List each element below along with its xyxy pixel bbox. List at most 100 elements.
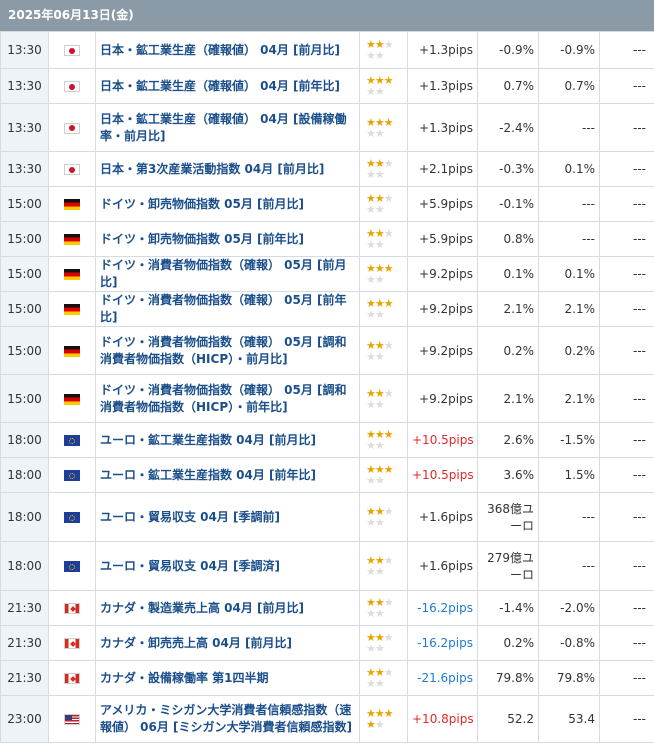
- event-row[interactable]: 23:00 アメリカ・ミシガン大学消費者信頼感指数（速報値） 06月 [ミシガン大…: [0, 695, 654, 743]
- canada-flag-icon: [64, 673, 80, 684]
- event-name-link[interactable]: 日本・鉱工業生産（確報値） 04月 [設備稼働率・前月比]: [95, 103, 360, 152]
- event-name-link[interactable]: ユーロ・鉱工業生産指数 04月 [前年比]: [95, 457, 360, 493]
- actual-value: ---: [599, 457, 654, 493]
- previous-value: 2.1%: [477, 291, 539, 327]
- star-icon: ★: [374, 273, 385, 286]
- event-time: 15:00: [0, 374, 49, 423]
- event-name-link[interactable]: ユーロ・鉱工業生産指数 04月 [前月比]: [95, 422, 360, 458]
- canada-flag-icon: [64, 603, 80, 614]
- country-flag-cell: [48, 695, 96, 743]
- country-flag-cell: [48, 186, 96, 222]
- event-row[interactable]: 15:00 ドイツ・消費者物価指数（確報） 05月 [前月比] ★★★ ★★ +9.2p…: [0, 256, 654, 292]
- country-flag-cell: [48, 541, 96, 591]
- star-icon: ★: [383, 38, 394, 51]
- germany-flag-icon: [64, 234, 80, 245]
- previous-value: 279億ユーロ: [477, 541, 539, 591]
- pips-move: -21.6pips: [407, 660, 478, 696]
- star-icon: ★: [366, 126, 376, 140]
- country-flag-cell: [48, 457, 96, 493]
- actual-value: ---: [599, 31, 654, 69]
- japan-flag-icon: [64, 81, 80, 92]
- japan-flag-icon: [64, 164, 80, 175]
- event-row[interactable]: 21:30 カナダ・卸売売上高 04月 [前月比] ★★★ ★★ -16.2pips 0.…: [0, 625, 654, 661]
- event-row[interactable]: 15:00 ドイツ・消費者物価指数（確報） 05月 [調和消費者物価指数（HICP…: [0, 374, 654, 423]
- country-flag-cell: [48, 625, 96, 661]
- event-row[interactable]: 21:30 カナダ・設備稼働率 第1四半期 ★★★ ★★ -21.6pips 79.8% 7…: [0, 660, 654, 696]
- event-name-link[interactable]: ユーロ・貿易収支 04月 [季調済]: [95, 541, 360, 591]
- eu-flag-icon: [64, 470, 80, 481]
- event-row[interactable]: 13:30 日本・鉱工業生産（確報値） 04月 [前月比] ★★★ ★★ +1.3pip…: [0, 31, 654, 69]
- event-row[interactable]: 15:00 ドイツ・卸売物価指数 05月 [前月比] ★★★ ★★ +5.9pips -0…: [0, 186, 654, 222]
- event-row[interactable]: 13:30 日本・第3次産業活動指数 04月 [前月比] ★★★ ★★ +2.1pips…: [0, 151, 654, 187]
- star-icon: ★: [366, 308, 376, 321]
- star-icon: ★: [383, 428, 394, 441]
- event-name-link[interactable]: カナダ・設備稼働率 第1四半期: [95, 660, 360, 696]
- country-flag-cell: [48, 151, 96, 187]
- event-name-link[interactable]: 日本・第3次産業活動指数 04月 [前月比]: [95, 151, 360, 187]
- previous-value: -0.9%: [477, 31, 539, 69]
- pips-move: +1.3pips: [407, 68, 478, 104]
- event-row[interactable]: 18:00 ユーロ・貿易収支 04月 [季調済] ★★★ ★★ +1.6pips 279億…: [0, 541, 654, 591]
- event-time: 18:00: [0, 541, 49, 591]
- event-row[interactable]: 15:00 ドイツ・消費者物価指数（確報） 05月 [前年比] ★★★ ★★ +9.2p…: [0, 291, 654, 327]
- date-header: 2025年06月13日(金): [0, 0, 654, 31]
- event-time: 13:30: [0, 103, 49, 152]
- actual-value: ---: [599, 68, 654, 104]
- date-label: 2025年06月13日(金): [8, 8, 134, 22]
- event-name-link[interactable]: ドイツ・消費者物価指数（確報） 05月 [前月比]: [95, 256, 360, 292]
- event-row[interactable]: 13:30 日本・鉱工業生産（確報値） 04月 [設備稼働率・前月比] ★★★ ★★ +…: [0, 103, 654, 152]
- star-icon: ★: [374, 168, 385, 181]
- event-row[interactable]: 18:00 ユーロ・貿易収支 04月 [季調前] ★★★ ★★ +1.6pips 368億…: [0, 492, 654, 542]
- event-row[interactable]: 13:30 日本・鉱工業生産（確報値） 04月 [前年比] ★★★ ★★ +1.3pip…: [0, 68, 654, 104]
- event-name-link[interactable]: アメリカ・ミシガン大学消費者信頼感指数（速報値） 06月 [ミシガン大学消費者信…: [95, 695, 360, 743]
- event-name-link[interactable]: ドイツ・消費者物価指数（確報） 05月 [前年比]: [95, 291, 360, 327]
- event-name-link[interactable]: 日本・鉱工業生産（確報値） 04月 [前月比]: [95, 31, 360, 69]
- forecast-value: ---: [538, 221, 600, 257]
- event-name-link[interactable]: ドイツ・消費者物価指数（確報） 05月 [調和消費者物価指数（HICP）・前年比…: [95, 374, 360, 423]
- star-icon: ★: [374, 308, 385, 321]
- economic-calendar-table: 13:30 日本・鉱工業生産（確報値） 04月 [前月比] ★★★ ★★ +1.3pip…: [0, 31, 654, 743]
- event-name-link[interactable]: カナダ・卸売売上高 04月 [前月比]: [95, 625, 360, 661]
- country-flag-cell: [48, 221, 96, 257]
- star-icon: ★: [374, 565, 385, 578]
- pips-move: +9.2pips: [407, 291, 478, 327]
- event-name-link[interactable]: ユーロ・貿易収支 04月 [季調前]: [95, 492, 360, 542]
- event-row[interactable]: 18:00 ユーロ・鉱工業生産指数 04月 [前年比] ★★★ ★★ +10.5pips…: [0, 457, 654, 493]
- star-icon: ★: [374, 607, 385, 620]
- star-icon: ★: [383, 74, 394, 87]
- star-icon: ★: [366, 718, 376, 731]
- country-flag-cell: [48, 590, 96, 626]
- star-icon: ★: [383, 596, 394, 609]
- country-flag-cell: [48, 374, 96, 423]
- event-row[interactable]: 18:00 ユーロ・鉱工業生産指数 04月 [前月比] ★★★ ★★ +10.5pips…: [0, 422, 654, 458]
- event-name-link[interactable]: カナダ・製造業売上高 04月 [前月比]: [95, 590, 360, 626]
- actual-value: ---: [599, 221, 654, 257]
- actual-value: ---: [599, 151, 654, 187]
- previous-value: 79.8%: [477, 660, 539, 696]
- eu-flag-icon: [64, 561, 80, 572]
- event-time: 15:00: [0, 186, 49, 222]
- star-icon: ★: [366, 273, 376, 286]
- previous-value: 0.2%: [477, 625, 539, 661]
- forecast-value: ---: [538, 492, 600, 542]
- event-name-link[interactable]: ドイツ・卸売物価指数 05月 [前年比]: [95, 221, 360, 257]
- event-row[interactable]: 15:00 ドイツ・卸売物価指数 05月 [前年比] ★★★ ★★ +5.9pips 0.…: [0, 221, 654, 257]
- forecast-value: 79.8%: [538, 660, 600, 696]
- star-icon: ★: [383, 338, 394, 352]
- forecast-value: 53.4: [538, 695, 600, 743]
- star-icon: ★: [383, 157, 394, 170]
- event-name-link[interactable]: ドイツ・卸売物価指数 05月 [前月比]: [95, 186, 360, 222]
- star-icon: ★: [366, 516, 376, 529]
- event-name-link[interactable]: ドイツ・消費者物価指数（確報） 05月 [調和消費者物価指数（HICP）・前月比…: [95, 326, 360, 375]
- event-row[interactable]: 15:00 ドイツ・消費者物価指数（確報） 05月 [調和消費者物価指数（HICP…: [0, 326, 654, 375]
- forecast-value: -0.8%: [538, 625, 600, 661]
- previous-value: -1.4%: [477, 590, 539, 626]
- pips-move: +10.5pips: [407, 457, 478, 493]
- event-row[interactable]: 21:30 カナダ・製造業売上高 04月 [前月比] ★★★ ★★ -16.2pips -…: [0, 590, 654, 626]
- importance-stars: ★★★ ★★: [359, 625, 408, 661]
- event-name-link[interactable]: 日本・鉱工業生産（確報値） 04月 [前年比]: [95, 68, 360, 104]
- previous-value: 2.6%: [477, 422, 539, 458]
- event-time: 21:30: [0, 660, 49, 696]
- importance-stars: ★★★ ★★: [359, 695, 408, 743]
- star-icon: ★: [374, 439, 385, 452]
